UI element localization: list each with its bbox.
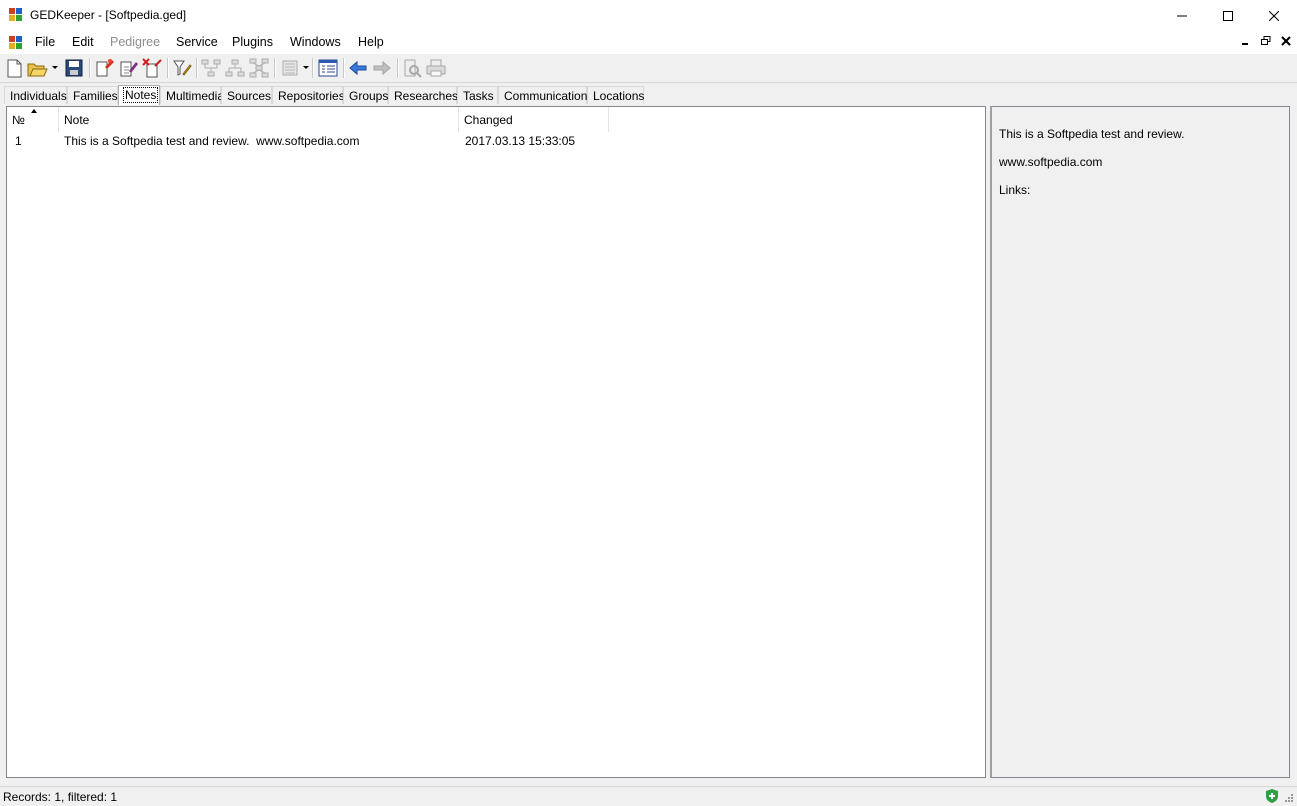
tab-multimedia[interactable]: Multimedia: [160, 86, 224, 104]
gedkeeper-app-icon: [9, 8, 22, 21]
minimize-icon: [1177, 15, 1187, 16]
tab-notes[interactable]: Notes: [118, 85, 160, 105]
detail-links-label: Links:: [999, 183, 1031, 197]
menu-file[interactable]: File: [35, 35, 55, 49]
title-bar: GEDKeeper - [Softpedia.ged]: [0, 0, 1297, 32]
child-close-button[interactable]: [1278, 34, 1294, 50]
note-detail-panel: This is a Softpedia test and review. www…: [990, 106, 1290, 778]
minimize-button[interactable]: [1159, 0, 1205, 31]
records-list-button[interactable]: [317, 57, 339, 79]
save-icon: [65, 59, 83, 77]
tab-groups[interactable]: Groups: [343, 86, 388, 104]
tree-descendants-button[interactable]: [224, 57, 246, 79]
column-header-note[interactable]: Note: [59, 107, 459, 132]
open-file-icon: [27, 63, 48, 77]
restore-icon: [1261, 36, 1271, 45]
menu-help[interactable]: Help: [358, 35, 384, 49]
new-file-button[interactable]: [3, 57, 25, 79]
list-header: № Note Changed: [7, 107, 985, 132]
pedigree-button[interactable]: [279, 57, 301, 79]
tab-repositories[interactable]: Repositories: [272, 86, 345, 104]
resize-grip-icon[interactable]: [1284, 793, 1294, 803]
pedigree-dropdown-arrow[interactable]: [303, 66, 309, 69]
minimize-icon: [1242, 43, 1248, 45]
print-icon: [426, 59, 446, 77]
filter-button[interactable]: [171, 57, 193, 79]
toolbar-separator: [167, 58, 169, 78]
tree-ancestors-button[interactable]: [200, 57, 222, 79]
add-record-button[interactable]: [93, 57, 115, 79]
tab-communications[interactable]: Communications: [498, 86, 593, 104]
toolbar: [0, 54, 1297, 83]
column-header-number[interactable]: №: [7, 107, 59, 132]
delete-record-icon: [142, 58, 162, 78]
new-file-icon: [7, 59, 22, 78]
child-minimize-button[interactable]: [1237, 34, 1253, 50]
menu-edit[interactable]: Edit: [72, 35, 94, 49]
detail-note-link[interactable]: www.softpedia.com: [999, 155, 1102, 169]
tab-tasks[interactable]: Tasks: [457, 86, 498, 104]
tree-ancestors-icon: [201, 59, 221, 77]
menu-service[interactable]: Service: [176, 35, 218, 49]
tree-both-icon: [249, 58, 269, 78]
maximize-button[interactable]: [1205, 0, 1251, 31]
records-list-icon: [318, 59, 338, 77]
status-bar: Records: 1, filtered: 1: [0, 786, 1297, 806]
open-file-button[interactable]: [26, 57, 48, 79]
sort-ascending-icon: [31, 109, 37, 113]
toolbar-separator: [343, 58, 345, 78]
toolbar-separator: [312, 58, 314, 78]
print-button[interactable]: [425, 57, 447, 79]
close-icon: [1281, 36, 1291, 46]
filter-icon: [173, 60, 192, 76]
tab-sources[interactable]: Sources: [221, 86, 272, 104]
open-dropdown-arrow[interactable]: [52, 66, 58, 69]
forward-arrow-icon: [373, 60, 391, 76]
notes-list[interactable]: № Note Changed 1 This is a Softpedia tes…: [6, 106, 986, 778]
back-button[interactable]: [347, 57, 369, 79]
preview-icon: [404, 59, 422, 78]
shield-plus-icon: [1266, 789, 1278, 803]
close-button[interactable]: [1251, 0, 1297, 31]
column-header-changed[interactable]: Changed: [459, 107, 609, 132]
status-records-count: Records: 1, filtered: 1: [3, 790, 118, 804]
tree-descendants-icon: [225, 59, 245, 77]
close-icon: [1269, 10, 1279, 21]
pedigree-icon: [282, 60, 298, 76]
menu-plugins[interactable]: Plugins: [232, 35, 273, 49]
window-title: GEDKeeper - [Softpedia.ged]: [30, 8, 187, 22]
menu-bar: File Edit Pedigree Service Plugins Windo…: [0, 31, 1297, 54]
edit-record-icon: [120, 61, 138, 77]
edit-record-button[interactable]: [117, 57, 139, 79]
detail-note-text: This is a Softpedia test and review.: [999, 127, 1185, 141]
tab-families[interactable]: Families: [67, 86, 118, 104]
toolbar-separator: [89, 58, 91, 78]
toolbar-separator: [196, 58, 198, 78]
toolbar-separator: [397, 58, 399, 78]
menu-pedigree[interactable]: Pedigree: [110, 35, 160, 49]
cell-note: This is a Softpedia test and review. www…: [64, 134, 360, 148]
tab-individuals[interactable]: Individuals: [4, 86, 67, 104]
back-arrow-icon: [349, 60, 367, 76]
add-record-icon: [96, 59, 114, 77]
tab-locations[interactable]: Locations: [587, 86, 644, 104]
save-button[interactable]: [63, 57, 85, 79]
delete-record-button[interactable]: [141, 57, 163, 79]
document-window-icon[interactable]: [9, 36, 23, 50]
tree-both-button[interactable]: [248, 57, 270, 79]
forward-button[interactable]: [371, 57, 393, 79]
cell-number: 1: [15, 134, 22, 148]
toolbar-separator: [274, 58, 276, 78]
table-row[interactable]: 1 This is a Softpedia test and review. w…: [7, 133, 985, 150]
maximize-icon: [1223, 10, 1233, 21]
cell-changed: 2017.03.13 15:33:05: [465, 134, 576, 148]
tab-researches[interactable]: Researches: [388, 86, 458, 104]
preview-button[interactable]: [401, 57, 423, 79]
child-restore-button[interactable]: [1258, 34, 1274, 50]
menu-windows[interactable]: Windows: [290, 35, 341, 49]
